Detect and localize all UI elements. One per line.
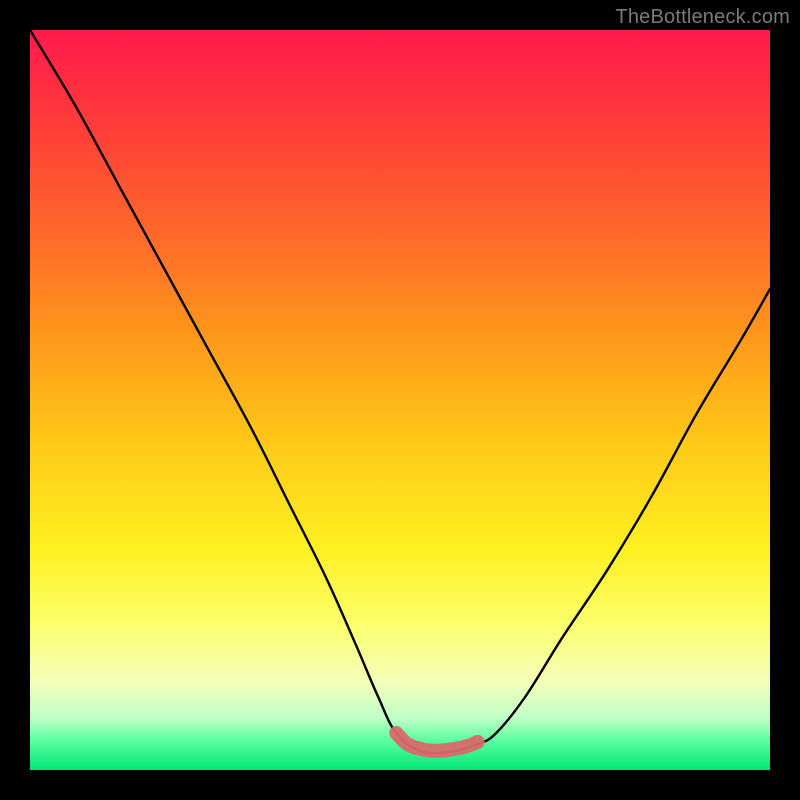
bottleneck-curve [30,30,770,753]
chart-stage: TheBottleneck.com [0,0,800,800]
marker-band [396,733,477,751]
attribution-label: TheBottleneck.com [615,6,790,29]
plot-svg [30,30,770,770]
plot-area [30,30,770,770]
